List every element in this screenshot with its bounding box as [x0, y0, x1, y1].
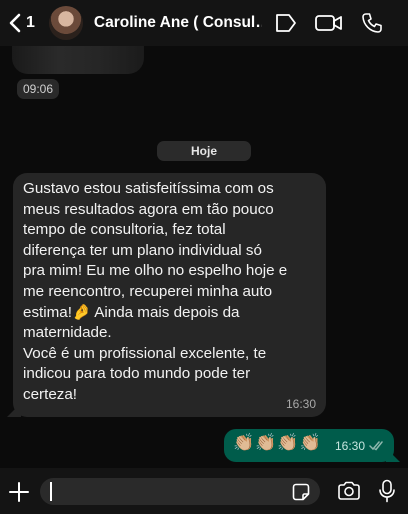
- incoming-message-text: Gustavo estou satisfeitíssima com os meu…: [23, 180, 288, 403]
- avatar[interactable]: [48, 6, 83, 40]
- image-message-preview[interactable]: [12, 46, 144, 74]
- tag-icon: [276, 14, 296, 32]
- date-separator: Hoje: [157, 141, 251, 161]
- sticker-icon: [292, 483, 310, 501]
- camera-icon: [338, 481, 360, 500]
- video-call-button[interactable]: [314, 13, 344, 33]
- message-composer: [0, 468, 408, 514]
- incoming-message-time: 16:30: [285, 397, 316, 411]
- sticker-button[interactable]: [292, 483, 310, 506]
- plus-icon: [9, 482, 29, 502]
- camera-button[interactable]: [337, 481, 361, 506]
- label-button[interactable]: [274, 12, 298, 34]
- chevron-left-icon: [9, 13, 21, 33]
- back-button[interactable]: 1: [8, 13, 35, 33]
- phone-icon: [362, 13, 382, 33]
- image-message-time: 09:06: [17, 79, 60, 99]
- video-camera-icon: [315, 15, 342, 31]
- incoming-message[interactable]: Gustavo estou satisfeitíssima com os meu…: [7, 173, 326, 417]
- read-receipt-icon: [369, 441, 383, 451]
- voice-message-button[interactable]: [378, 479, 396, 508]
- microphone-icon: [379, 479, 395, 503]
- voice-call-button[interactable]: [361, 12, 383, 34]
- outgoing-message-text: 👏🏼👏🏼👏🏼👏🏼: [233, 433, 322, 452]
- chat-area[interactable]: 09:06 Hoje Gustavo estou satisfeitíssima…: [0, 46, 408, 468]
- attach-button[interactable]: [8, 481, 30, 508]
- outgoing-message[interactable]: 👏🏼👏🏼👏🏼👏🏼 16:30: [224, 429, 400, 462]
- message-input[interactable]: [40, 478, 320, 505]
- chat-header: 1 Caroline Ane ( Consul…: [0, 0, 408, 46]
- outgoing-message-time: 16:30: [335, 439, 366, 453]
- contact-name[interactable]: Caroline Ane ( Consul…: [94, 14, 262, 32]
- text-cursor: [50, 482, 52, 501]
- unread-count: 1: [26, 14, 35, 31]
